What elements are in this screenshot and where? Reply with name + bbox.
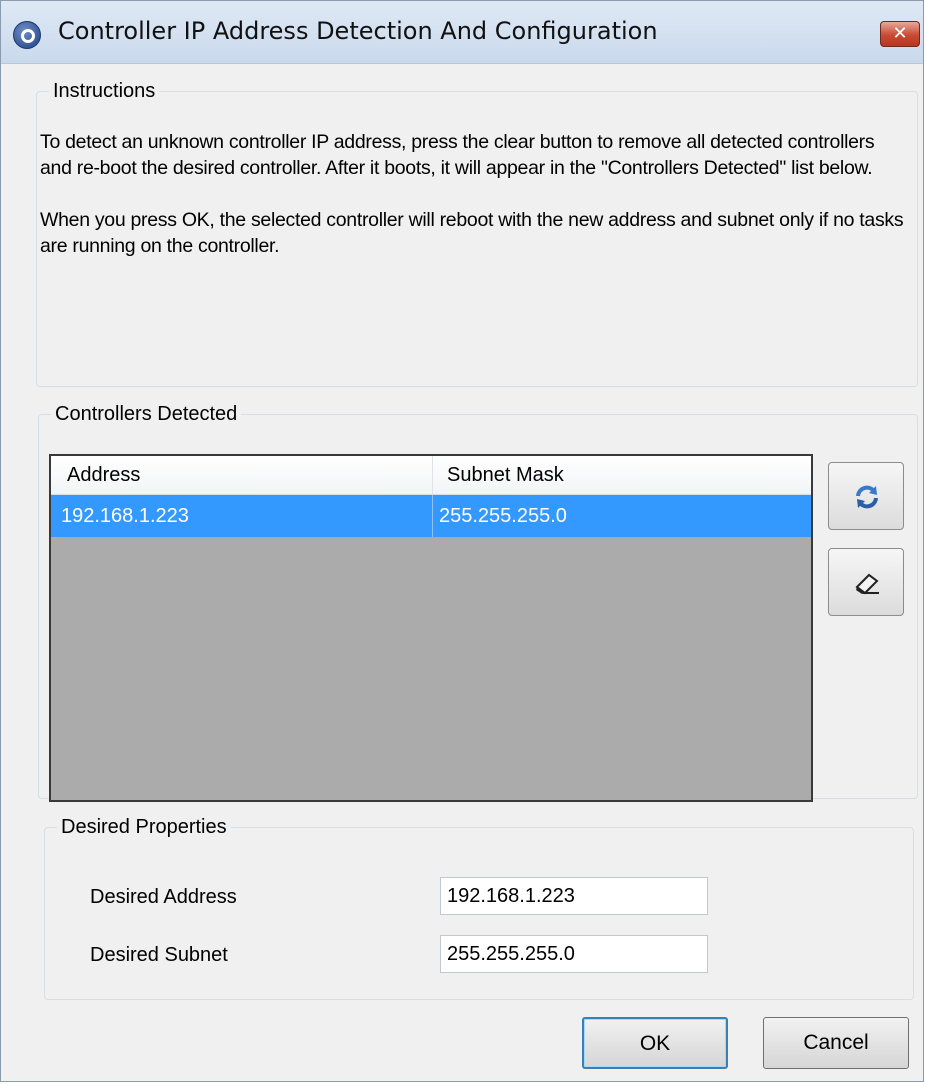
window-title: Controller IP Address Detection And Conf… xyxy=(58,17,658,45)
instructions-paragraph-2: When you press OK, the selected controll… xyxy=(40,209,904,257)
cancel-button[interactable]: Cancel xyxy=(763,1017,909,1069)
instructions-group: Instructions To detect an unknown contro… xyxy=(36,80,918,387)
close-button[interactable]: ✕ xyxy=(880,21,920,47)
instructions-text: To detect an unknown controller IP addre… xyxy=(40,129,910,285)
controllers-legend: Controllers Detected xyxy=(55,403,238,425)
column-header-address[interactable]: Address xyxy=(51,456,433,494)
title-bar[interactable]: Controller IP Address Detection And Conf… xyxy=(1,1,923,64)
dialog-window: Controller IP Address Detection And Conf… xyxy=(0,0,924,1082)
ok-button[interactable]: OK xyxy=(582,1017,728,1069)
desired-subnet-label: Desired Subnet xyxy=(90,944,228,966)
desired-properties-group: Desired Properties Desired Address Desir… xyxy=(44,816,914,1000)
row-address-cell: 192.168.1.223 xyxy=(51,495,433,537)
desired-address-input[interactable] xyxy=(440,877,708,915)
column-header-subnet-mask[interactable]: Subnet Mask xyxy=(433,456,811,494)
controllers-detected-group: Controllers Detected Address Subnet Mask… xyxy=(38,403,918,802)
desired-subnet-input[interactable] xyxy=(440,935,708,973)
list-header: Address Subnet Mask xyxy=(51,456,811,495)
refresh-icon xyxy=(856,485,878,509)
eraser-icon xyxy=(855,573,879,595)
controllers-list[interactable]: Address Subnet Mask 192.168.1.223 255.25… xyxy=(49,454,813,802)
app-logo-icon xyxy=(13,21,41,49)
list-row-selected[interactable]: 192.168.1.223 255.255.255.0 xyxy=(51,495,811,537)
instructions-legend: Instructions xyxy=(53,80,156,102)
clear-button[interactable] xyxy=(828,548,904,616)
row-subnet-cell: 255.255.255.0 xyxy=(439,505,567,527)
desired-properties-legend: Desired Properties xyxy=(61,816,227,838)
desired-address-label: Desired Address xyxy=(90,886,237,908)
refresh-button[interactable] xyxy=(828,462,904,530)
instructions-paragraph-1: To detect an unknown controller IP addre… xyxy=(40,131,875,179)
